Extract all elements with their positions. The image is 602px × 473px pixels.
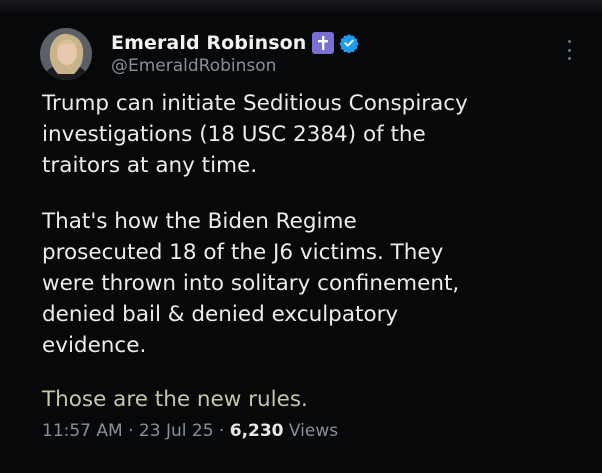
- tweet-time[interactable]: 11:57 AM: [42, 421, 123, 441]
- tweet-text-line: evidence.: [42, 333, 147, 358]
- views-label: Views: [288, 421, 339, 441]
- tweet-paragraph-3: Those are the new rules.: [42, 384, 587, 415]
- more-options-icon[interactable]: [564, 40, 574, 60]
- meta-separator: ·: [128, 421, 134, 441]
- tweet-card: Emerald Robinson @EmeraldRobinson Trump …: [0, 0, 602, 473]
- author-handle[interactable]: @EmeraldRobinson: [111, 56, 276, 76]
- meta-separator: ·: [218, 421, 225, 441]
- avatar[interactable]: [40, 28, 92, 80]
- tweet-text-line: prosecuted 18 of the J6 victims. They: [42, 240, 444, 265]
- tweet-paragraph-2: That's how the Biden Regime prosecuted 1…: [42, 206, 587, 361]
- tweet-text-line: were thrown into solitary confinement,: [42, 271, 460, 296]
- author-name-row: Emerald Robinson: [111, 30, 360, 56]
- cross-badge-icon: [312, 32, 335, 54]
- verified-checkmark-icon: [339, 34, 360, 53]
- views-count[interactable]: 6,230: [230, 421, 284, 441]
- author-display-name[interactable]: Emerald Robinson: [111, 32, 306, 54]
- tweet-metadata: 11:57 AM · 23 Jul 25 · 6,230 Views: [42, 421, 338, 441]
- tweet-text-line: traitors at any time.: [42, 153, 258, 178]
- tweet-text-line: That's how the Biden Regime: [42, 209, 357, 234]
- tweet-text-line: Trump can initiate Seditious Conspiracy: [42, 91, 468, 116]
- tweet-date[interactable]: 23 Jul 25: [139, 421, 214, 441]
- tweet-paragraph-1: Trump can initiate Seditious Conspiracy …: [42, 88, 587, 181]
- tweet-text-line: investigations (18 USC 2384) of the: [42, 122, 426, 147]
- tweet-text-line: Those are the new rules.: [42, 387, 308, 412]
- tweet-text-line: denied bail & denied exculpatory: [42, 302, 399, 327]
- screenshot-frame: Emerald Robinson @EmeraldRobinson Trump …: [0, 0, 602, 473]
